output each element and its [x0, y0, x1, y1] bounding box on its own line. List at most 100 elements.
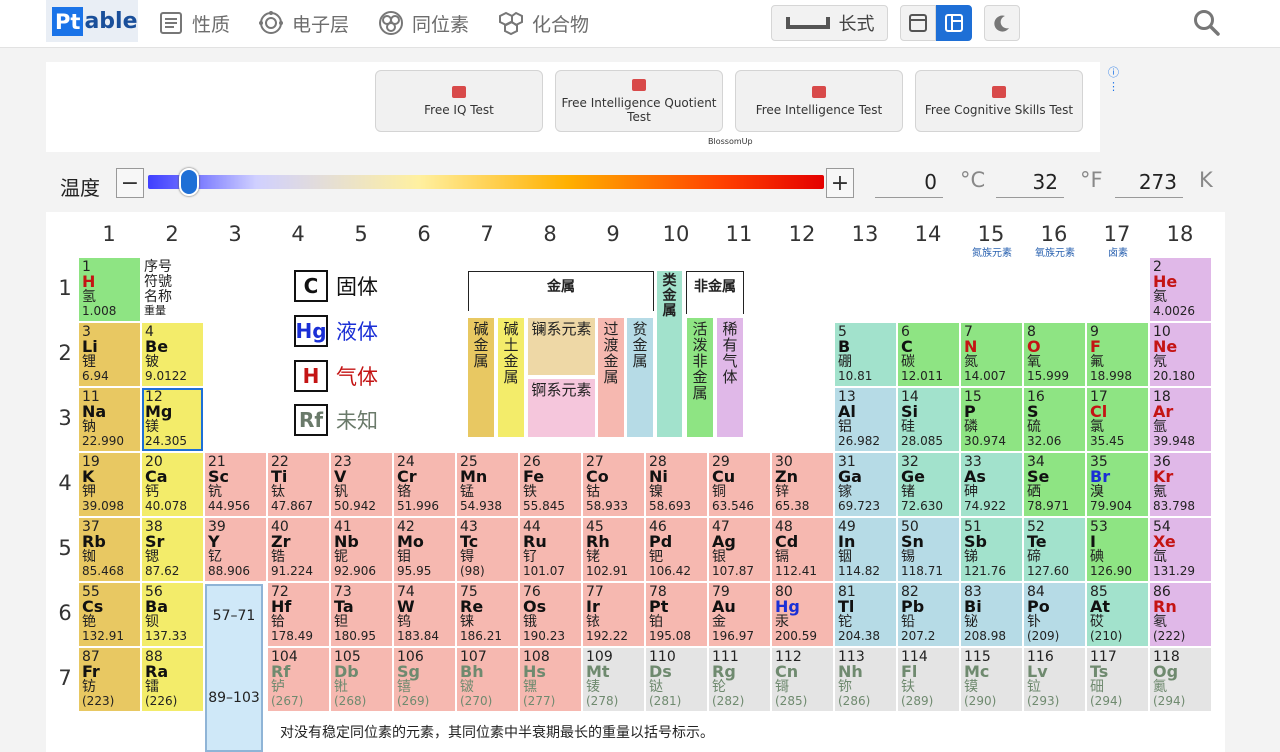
element-zr[interactable]: 40 Zr 锆 91.224 — [268, 518, 329, 581]
element-pt[interactable]: 78 Pt 铂 195.08 — [646, 583, 707, 646]
element-sn[interactable]: 50 Sn 锡 118.71 — [898, 518, 959, 581]
element-as[interactable]: 33 As 砷 74.922 — [961, 453, 1022, 516]
period-number-7[interactable]: 7 — [58, 666, 72, 690]
element-cu[interactable]: 29 Cu 铜 63.546 — [709, 453, 770, 516]
temperature-minus-button[interactable]: − — [116, 168, 144, 198]
period-number-5[interactable]: 5 — [58, 536, 72, 560]
element-he[interactable]: 2 He 氦 4.0026 — [1150, 258, 1211, 321]
search-button[interactable] — [1192, 8, 1222, 38]
element-xe[interactable]: 54 Xe 氙 131.29 — [1150, 518, 1211, 581]
element-ir[interactable]: 77 Ir 铱 192.22 — [583, 583, 644, 646]
element-sc[interactable]: 21 Sc 钪 44.956 — [205, 453, 266, 516]
element-al[interactable]: 13 Al 铝 26.982 — [835, 388, 896, 451]
element-o[interactable]: 8 O 氧 15.999 — [1024, 323, 1085, 386]
element-re[interactable]: 75 Re 铼 186.21 — [457, 583, 518, 646]
element-ba[interactable]: 56 Ba 钡 137.33 — [142, 583, 203, 646]
element-hs[interactable]: 108 Hs 𬭶 (277) — [520, 648, 581, 711]
group-number-4[interactable]: 4 — [268, 222, 328, 246]
group-number-17[interactable]: 17 — [1087, 222, 1147, 246]
element-w[interactable]: 74 W 钨 183.84 — [394, 583, 455, 646]
element-og[interactable]: 118 Og 鿫 (294) — [1150, 648, 1211, 711]
element-pb[interactable]: 82 Pb 铅 207.2 — [898, 583, 959, 646]
element-bi[interactable]: 83 Bi 铋 208.98 — [961, 583, 1022, 646]
legend-lanthanides[interactable]: 镧系元素 — [528, 318, 595, 375]
element-b[interactable]: 5 B 硼 10.81 — [835, 323, 896, 386]
element-fr[interactable]: 87 Fr 钫 (223) — [79, 648, 140, 711]
element-cs[interactable]: 55 Cs 铯 132.91 — [79, 583, 140, 646]
group-number-12[interactable]: 12 — [772, 222, 832, 246]
legend-noble-gases[interactable]: 稀有气体 — [717, 318, 743, 437]
element-i[interactable]: 53 I 碘 126.90 — [1087, 518, 1148, 581]
nav-isotopes[interactable]: 同位素 — [378, 8, 469, 38]
element-mo[interactable]: 42 Mo 钼 95.95 — [394, 518, 455, 581]
element-y[interactable]: 39 Y 钇 88.906 — [205, 518, 266, 581]
layout-compact-toggle[interactable] — [900, 5, 936, 41]
element-ru[interactable]: 44 Ru 钌 101.07 — [520, 518, 581, 581]
element-k[interactable]: 19 K 钾 39.098 — [79, 453, 140, 516]
element-ti[interactable]: 22 Ti 钛 47.867 — [268, 453, 329, 516]
element-ts[interactable]: 117 Ts 鿬 (294) — [1087, 648, 1148, 711]
element-mn[interactable]: 25 Mn 锰 54.938 — [457, 453, 518, 516]
element-os[interactable]: 76 Os 锇 190.23 — [520, 583, 581, 646]
element-au[interactable]: 79 Au 金 196.97 — [709, 583, 770, 646]
element-fe[interactable]: 26 Fe 铁 55.845 — [520, 453, 581, 516]
legend-metalloid[interactable]: 类金属 — [657, 271, 682, 437]
element-mt[interactable]: 109 Mt 鿏 (278) — [583, 648, 644, 711]
period-number-6[interactable]: 6 — [58, 601, 72, 625]
layout-long-button[interactable]: 长式 — [771, 5, 888, 41]
element-ta[interactable]: 73 Ta 钽 180.95 — [331, 583, 392, 646]
element-pd[interactable]: 46 Pd 钯 106.42 — [646, 518, 707, 581]
nav-electron-shells[interactable]: 电子层 — [258, 8, 349, 38]
group-number-5[interactable]: 5 — [331, 222, 391, 246]
element-s[interactable]: 16 S 硫 32.06 — [1024, 388, 1085, 451]
element-se[interactable]: 34 Se 硒 78.971 — [1024, 453, 1085, 516]
element-p[interactable]: 15 P 磷 30.974 — [961, 388, 1022, 451]
element-bh[interactable]: 107 Bh 𬭛 (270) — [457, 648, 518, 711]
element-c[interactable]: 6 C 碳 12.011 — [898, 323, 959, 386]
nav-properties[interactable]: 性质 — [158, 8, 230, 38]
group-number-1[interactable]: 1 — [79, 222, 139, 246]
element-rn[interactable]: 86 Rn 氡 (222) — [1150, 583, 1211, 646]
element-cn[interactable]: 112 Cn 鿔 (285) — [772, 648, 833, 711]
temperature-slider[interactable] — [148, 175, 824, 189]
element-ar[interactable]: 18 Ar 氩 39.948 — [1150, 388, 1211, 451]
element-cd[interactable]: 48 Cd 镉 112.41 — [772, 518, 833, 581]
element-ga[interactable]: 31 Ga 镓 69.723 — [835, 453, 896, 516]
ad-info-icon[interactable]: ⓘ ⋮ — [1108, 64, 1119, 93]
element-lv[interactable]: 116 Lv 𫟷 (293) — [1024, 648, 1085, 711]
legend-actinides[interactable]: 锕系元素 — [528, 379, 595, 437]
period-number-3[interactable]: 3 — [58, 406, 72, 430]
element-mc[interactable]: 115 Mc 镆 (290) — [961, 648, 1022, 711]
element-h[interactable]: 1 H 氢 1.008 — [79, 258, 140, 321]
element-co[interactable]: 27 Co 钴 58.933 — [583, 453, 644, 516]
group-number-7[interactable]: 7 — [457, 222, 517, 246]
period-number-1[interactable]: 1 — [58, 276, 72, 300]
element-at[interactable]: 85 At 砹 (210) — [1087, 583, 1148, 646]
element-ge[interactable]: 32 Ge 锗 72.630 — [898, 453, 959, 516]
group-number-3[interactable]: 3 — [205, 222, 265, 246]
element-sb[interactable]: 51 Sb 锑 121.76 — [961, 518, 1022, 581]
lanthanide-range[interactable]: 57–71 — [205, 584, 263, 646]
element-ag[interactable]: 47 Ag 银 107.87 — [709, 518, 770, 581]
element-ni[interactable]: 28 Ni 镍 58.693 — [646, 453, 707, 516]
element-cr[interactable]: 24 Cr 铬 51.996 — [394, 453, 455, 516]
element-na[interactable]: 11 Na 钠 22.990 — [79, 388, 140, 451]
element-rg[interactable]: 111 Rg 𬬭 (282) — [709, 648, 770, 711]
legend-reactive-nonmetals[interactable]: 活泼非金属 — [687, 318, 713, 437]
element-tc[interactable]: 43 Tc 锝 (98) — [457, 518, 518, 581]
nav-compounds[interactable]: 化合物 — [498, 8, 589, 38]
ad-button-iq-test[interactable]: Free IQ Test — [375, 70, 543, 132]
ptable-logo[interactable]: Pt able — [46, 0, 138, 42]
group-number-14[interactable]: 14 — [898, 222, 958, 246]
element-li[interactable]: 3 Li 锂 6.94 — [79, 323, 140, 386]
temperature-plus-button[interactable]: + — [826, 168, 854, 198]
ad-button-cognitive[interactable]: Free Cognitive Skills Test — [915, 70, 1083, 132]
element-sg[interactable]: 106 Sg 𬭳 (269) — [394, 648, 455, 711]
element-nb[interactable]: 41 Nb 铌 92.906 — [331, 518, 392, 581]
fahrenheit-input[interactable]: 32 — [996, 170, 1064, 198]
layout-sidebar-toggle[interactable] — [936, 5, 972, 41]
element-br[interactable]: 35 Br 溴 79.904 — [1087, 453, 1148, 516]
element-kr[interactable]: 36 Kr 氪 83.798 — [1150, 453, 1211, 516]
group-number-16[interactable]: 16 — [1024, 222, 1084, 246]
ad-button-iq-quotient[interactable]: Free Intelligence Quotient Test — [555, 70, 723, 132]
